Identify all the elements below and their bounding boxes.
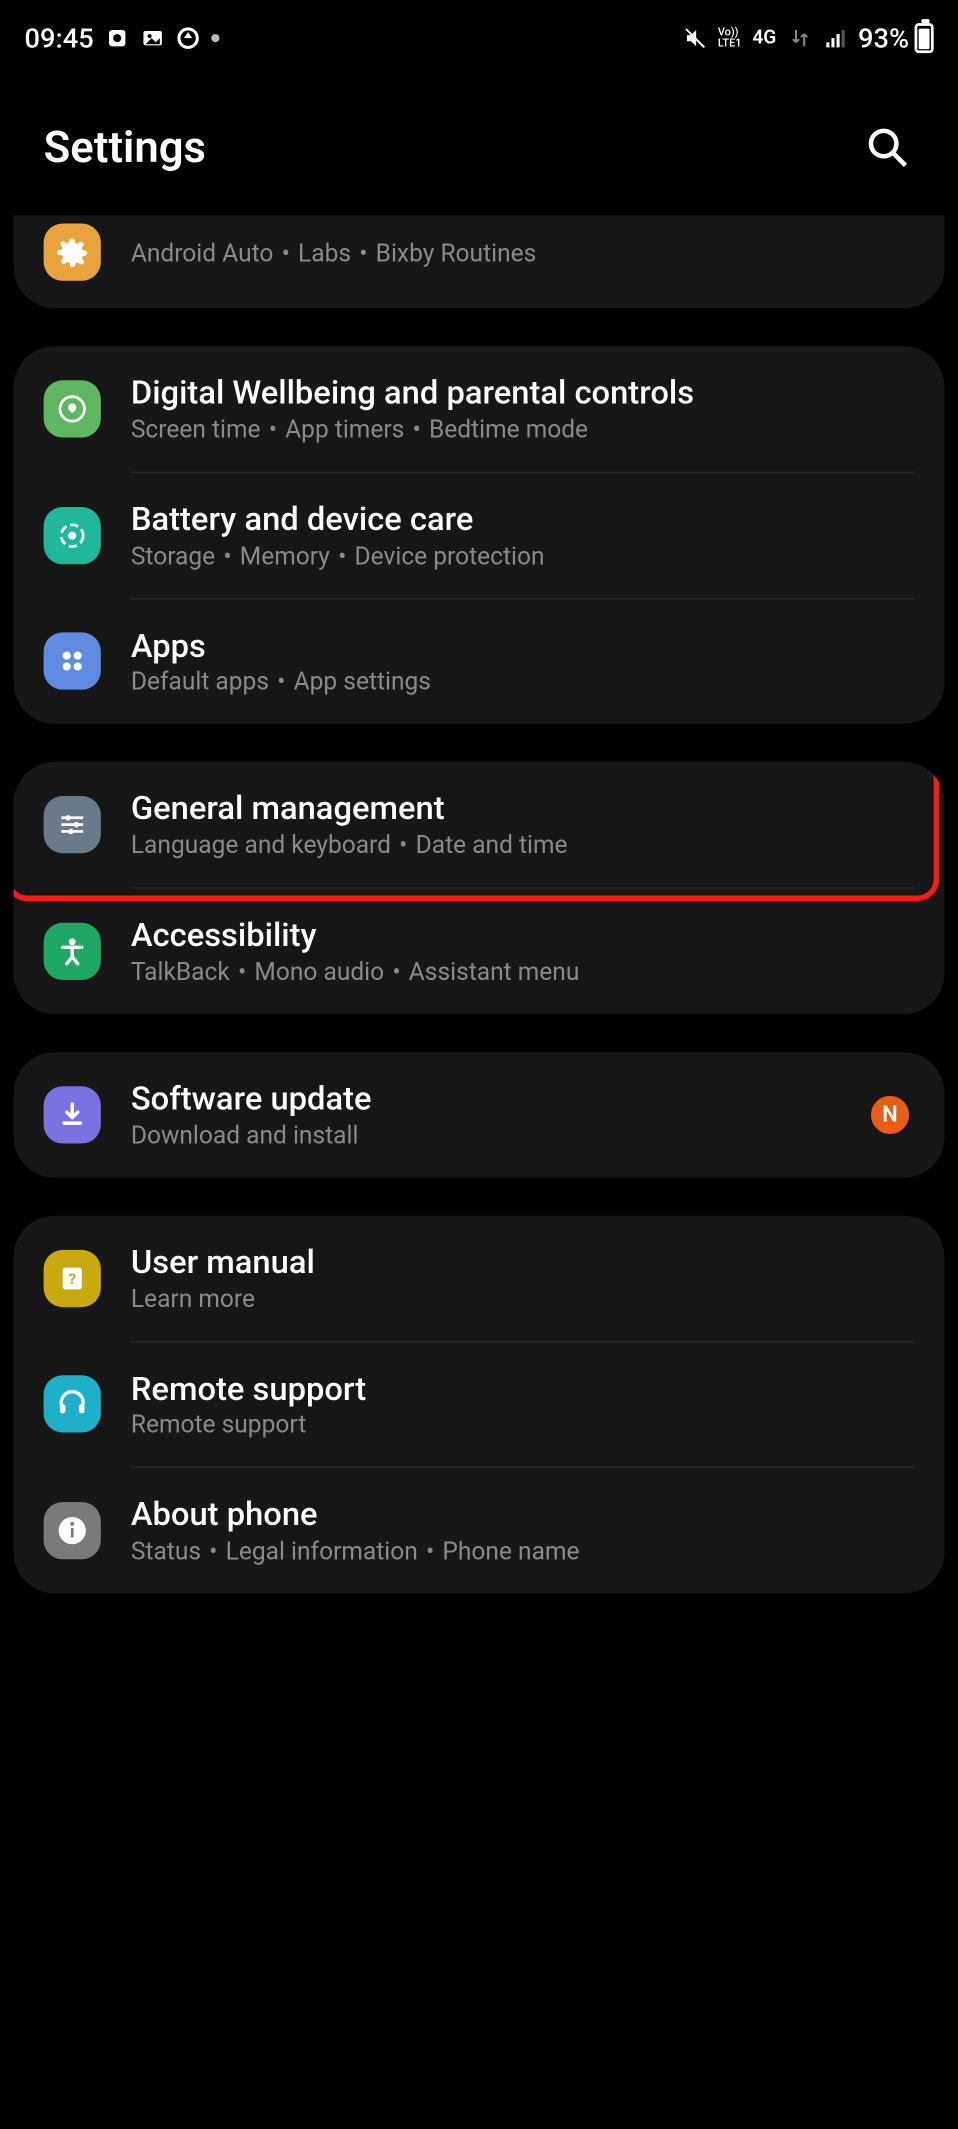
user-manual-icon: ? (44, 1249, 101, 1306)
settings-group-software: Software update Download and install N (14, 1052, 945, 1177)
update-icon (175, 26, 200, 51)
settings-group-advanced: Android Auto•Labs•Bixby Routines (14, 215, 945, 308)
about-phone-icon (44, 1502, 101, 1559)
general-management-icon (44, 796, 101, 853)
accessibility-subtitle: TalkBack•Mono audio•Assistant menu (131, 958, 915, 987)
advanced-features-subtitle: Android Auto•Labs•Bixby Routines (131, 239, 915, 268)
settings-item-apps[interactable]: Apps Default apps•App settings (14, 599, 945, 724)
advanced-features-icon (44, 224, 101, 281)
search-icon (866, 125, 910, 169)
wellbeing-icon (44, 380, 101, 437)
settings-item-about-phone[interactable]: About phone Status•Legal information•Pho… (14, 1468, 945, 1593)
svg-text:?: ? (69, 1269, 76, 1287)
settings-group-device: Digital Wellbeing and parental controls … (14, 346, 945, 724)
mute-icon (682, 26, 707, 51)
notification-badge: N (871, 1096, 909, 1134)
software-update-subtitle: Download and install (131, 1121, 841, 1150)
wellbeing-title: Digital Wellbeing and parental controls (131, 373, 915, 412)
wellbeing-subtitle: Screen time•App timers•Bedtime mode (131, 415, 915, 444)
network-type: 4G (752, 27, 776, 49)
battery-title: Battery and device care (131, 500, 915, 539)
status-bar: 09:45 Vo)) LTE1 4G (0, 0, 958, 65)
search-button[interactable] (860, 120, 915, 175)
battery-subtitle: Storage•Memory•Device protection (131, 542, 915, 571)
settings-item-remote-support[interactable]: Remote support Remote support (14, 1342, 945, 1467)
settings-item-software-update[interactable]: Software update Download and install N (14, 1052, 945, 1177)
remote-support-subtitle: Remote support (131, 1411, 915, 1440)
user-manual-title: User manual (131, 1243, 915, 1282)
battery-care-icon (44, 507, 101, 564)
settings-item-general-management[interactable]: General management Language and keyboard… (14, 762, 945, 887)
page-title: Settings (44, 121, 206, 173)
remote-support-title: Remote support (131, 1369, 915, 1408)
general-management-title: General management (131, 790, 915, 829)
user-manual-subtitle: Learn more (131, 1285, 915, 1314)
status-icon-1 (105, 26, 130, 51)
settings-item-advanced-features[interactable]: Android Auto•Labs•Bixby Routines (14, 215, 945, 308)
about-phone-title: About phone (131, 1496, 915, 1535)
settings-item-wellbeing[interactable]: Digital Wellbeing and parental controls … (14, 346, 945, 471)
settings-group-about: ? User manual Learn more Remote support … (14, 1215, 945, 1593)
software-update-icon (44, 1086, 101, 1143)
software-update-title: Software update (131, 1079, 841, 1118)
apps-title: Apps (131, 626, 915, 665)
remote-support-icon (44, 1376, 101, 1433)
volte-indicator: Vo)) LTE1 (718, 27, 742, 49)
apps-subtitle: Default apps•App settings (131, 668, 915, 697)
apps-icon (44, 633, 101, 690)
accessibility-title: Accessibility (131, 916, 915, 955)
about-phone-subtitle: Status•Legal information•Phone name (131, 1538, 915, 1567)
battery-indicator: 93% (858, 22, 934, 55)
settings-item-battery[interactable]: Battery and device care Storage•Memory•D… (14, 473, 945, 598)
accessibility-icon (44, 923, 101, 980)
settings-item-user-manual[interactable]: ? User manual Learn more (14, 1215, 945, 1340)
settings-group-management: General management Language and keyboard… (14, 762, 945, 1014)
settings-item-accessibility[interactable]: Accessibility TalkBack•Mono audio•Assist… (14, 889, 945, 1014)
page-header: Settings (0, 65, 958, 215)
status-time: 09:45 (25, 22, 94, 55)
general-management-subtitle: Language and keyboard•Date and time (131, 832, 915, 861)
gallery-icon (140, 26, 165, 51)
data-arrows-icon (787, 26, 812, 51)
status-more-dot (211, 34, 219, 42)
signal-icon (823, 26, 848, 51)
